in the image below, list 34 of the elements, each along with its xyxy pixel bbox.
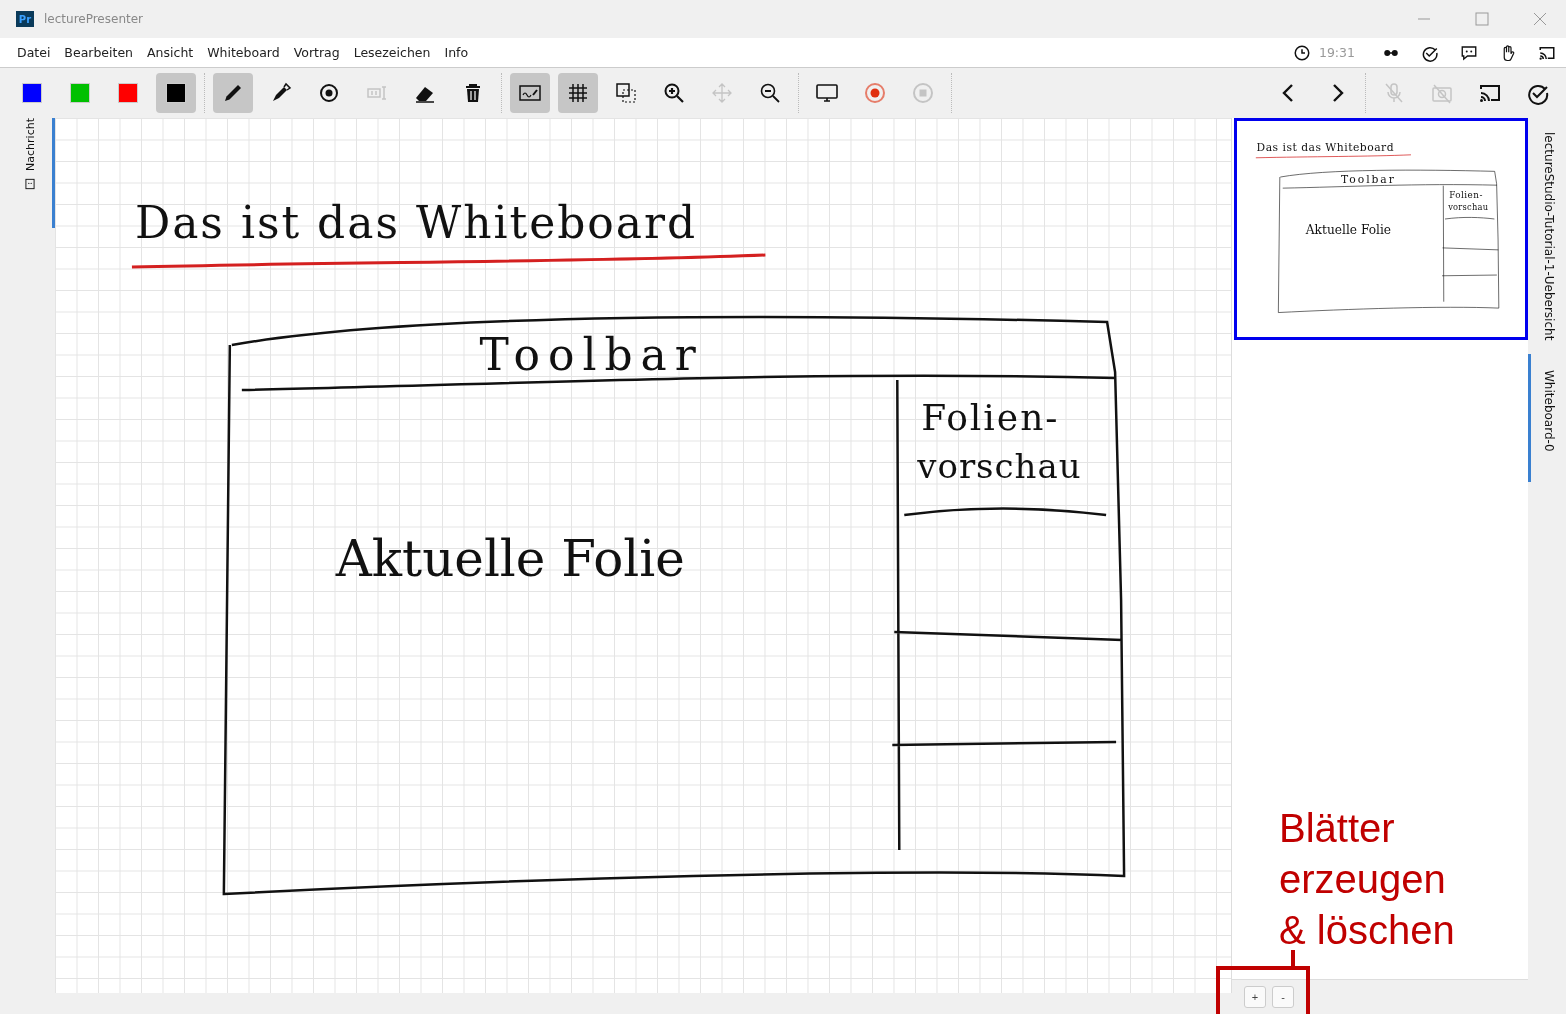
callout-text: Blätter erzeugen & löschen [1279,805,1456,954]
menu-item[interactable]: Datei [10,45,58,60]
handwritten-text: vorschau [1448,201,1489,212]
color-button[interactable] [156,73,196,113]
note-icon [23,176,37,191]
side-tab[interactable]: lectureStudio-Tutorial-1-Uebersicht [1528,118,1566,355]
handwritten-text: vorschau [917,446,1082,486]
handwritten-text: Aktuelle Folie [1305,223,1392,238]
handwritten-text: Toolbar [1341,173,1396,187]
menu-item[interactable]: Lesezeichen [346,45,438,60]
menu-item[interactable]: Info [437,45,476,60]
page-button[interactable]: - [1272,986,1294,1008]
menu-item[interactable]: Ansicht [140,45,201,60]
whiteboard-icon[interactable] [510,73,550,113]
chat-icon[interactable] [1460,43,1478,62]
clock-icon [1292,43,1311,62]
menu-item[interactable]: Whiteboard [200,45,287,60]
menu-item[interactable]: Vortrag [286,45,347,60]
whiteboard-canvas[interactable]: Das ist das Whiteboard Toolbar Folien- vorschau Aktuelle Folie [55,118,1232,993]
menu-item[interactable]: Bearbeiten [57,45,141,60]
handwritten-text: Das ist das Whiteboard [134,197,698,248]
handwritten-text: Folien- [1449,190,1483,201]
slide-thumbnail[interactable]: Das ist das Whiteboard Toolbar Folien- vorschau Aktuelle Folie [1234,118,1528,340]
pen-icon[interactable] [213,73,253,113]
handwritten-text: Folien- [921,397,1060,438]
handwritten-text: Das ist das Whiteboard [1256,140,1395,154]
page-button[interactable]: + [1244,986,1266,1008]
app-icon: Pr [16,11,34,27]
clock-time: 19:31 [1318,45,1355,60]
handwritten-text: Toolbar [479,329,704,380]
handwritten-text: Aktuelle Folie [335,530,685,588]
window-title: lecturePresenter [44,12,144,26]
side-tab[interactable]: Whiteboard-0 [1528,354,1566,482]
grid-icon[interactable] [558,73,598,113]
